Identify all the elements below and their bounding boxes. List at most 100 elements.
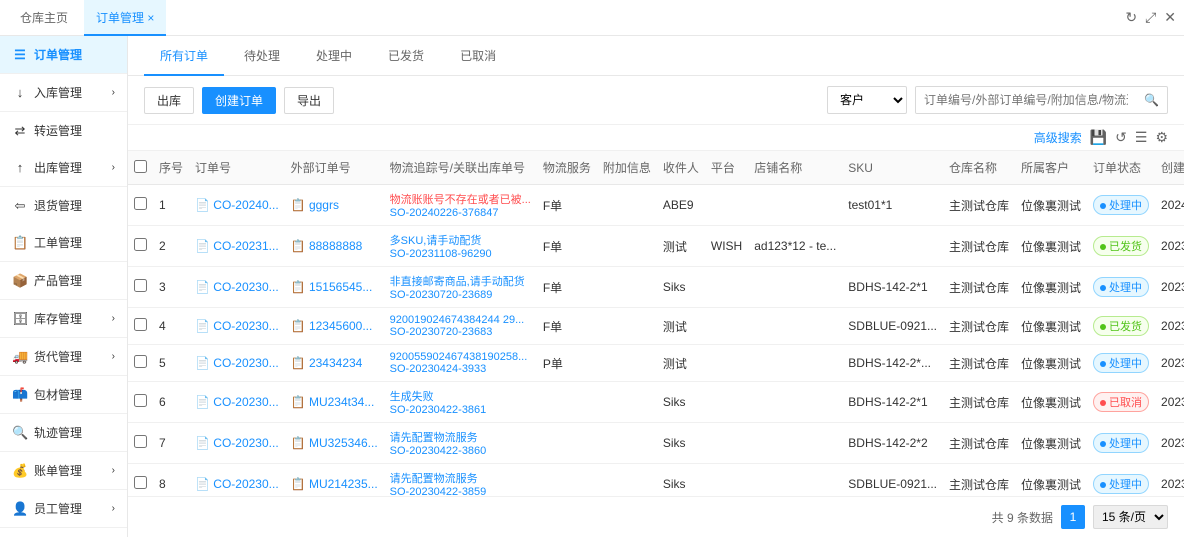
more-icon[interactable]: ✕ xyxy=(1164,9,1176,26)
create-order-button[interactable]: 创建订单 xyxy=(202,87,276,114)
tabs-bar: 所有订单 待处理 处理中 已发货 已取消 xyxy=(128,36,1184,76)
cell-order-no: 📄 CO-20240... xyxy=(189,185,285,226)
reset-search-icon[interactable]: ↺ xyxy=(1115,129,1127,146)
tracking-main[interactable]: 请先配置物流服务 xyxy=(390,429,531,445)
outbound-icon: ↑ xyxy=(12,160,28,175)
sidebar-item-billing[interactable]: 💰 账单管理 › xyxy=(0,452,127,490)
ext-order-link[interactable]: 📋 MU234t34... xyxy=(291,395,375,409)
outbound-button[interactable]: 出库 xyxy=(144,87,194,114)
ext-order-link[interactable]: 📋 23434234 xyxy=(291,356,363,370)
tab-processing[interactable]: 处理中 xyxy=(300,36,368,76)
expand-icon[interactable]: ⤢ xyxy=(1145,9,1156,26)
tab-home[interactable]: 仓库主页 xyxy=(8,0,80,36)
search-icon[interactable]: 🔍 xyxy=(1136,93,1167,107)
sidebar-item-transfer[interactable]: ⇄ 转运管理 xyxy=(0,112,127,149)
tracking-main[interactable]: 生成失败 xyxy=(390,388,531,404)
sidebar-item-work-order[interactable]: 📋 工单管理 xyxy=(0,224,127,262)
sidebar-item-returns[interactable]: ⇦ 退货管理 xyxy=(0,187,127,224)
page-size-select[interactable]: 15 条/页 xyxy=(1093,505,1168,529)
tracking-sub[interactable]: SO-20240226-376847 xyxy=(390,207,531,219)
order-no-link[interactable]: 📄 CO-20230... xyxy=(195,356,279,370)
tracking-main[interactable]: 920019024674384244 29... xyxy=(390,314,531,326)
order-no-link[interactable]: 📄 CO-20230... xyxy=(195,436,279,450)
page-1-btn[interactable]: 1 xyxy=(1061,505,1085,529)
row-checkbox[interactable] xyxy=(134,318,147,331)
col-extra: 附加信息 xyxy=(597,151,657,185)
cell-sku: SDBLUE-0921... xyxy=(842,308,943,345)
sidebar-item-inbound[interactable]: ↓ 入库管理 › xyxy=(0,74,127,112)
sidebar-item-packaging[interactable]: 📫 包材管理 xyxy=(0,376,127,414)
ext-order-link[interactable]: 📋 12345600... xyxy=(291,319,373,333)
col-receiver: 收件人 xyxy=(657,151,705,185)
tracking-main[interactable]: 920055902467438190258... xyxy=(390,351,531,363)
tracking-sub[interactable]: SO-20230424-3933 xyxy=(390,363,531,375)
table-row: 5 📄 CO-20230... 📋 23434234 9200559024674… xyxy=(128,345,1184,382)
cell-order-no: 📄 CO-20230... xyxy=(189,267,285,308)
order-no-link[interactable]: 📄 CO-20230... xyxy=(195,280,279,294)
tracking-main[interactable]: 多SKU,请手动配货 xyxy=(390,232,531,248)
sidebar-item-logistics[interactable]: 🔍 轨迹管理 xyxy=(0,414,127,452)
cell-service xyxy=(537,423,597,464)
chevron-down-icon-4: › xyxy=(112,351,115,362)
sidebar-item-staff[interactable]: 👤 员工管理 › xyxy=(0,490,127,528)
row-checkbox[interactable] xyxy=(134,238,147,251)
table-settings-icon[interactable]: ⚙ xyxy=(1155,129,1168,146)
row-checkbox[interactable] xyxy=(134,355,147,368)
tracking-main[interactable]: 请先配置物流服务 xyxy=(390,470,531,486)
order-no-link[interactable]: 📄 CO-20231... xyxy=(195,239,279,253)
tracking-main[interactable]: 非直接邮寄商品,请手动配货 xyxy=(390,273,531,289)
search-input[interactable] xyxy=(916,87,1136,113)
ext-order-link[interactable]: 📋 MU214235... xyxy=(291,477,378,491)
row-checkbox[interactable] xyxy=(134,394,147,407)
tracking-sub[interactable]: SO-20231108-96290 xyxy=(390,248,531,260)
sidebar-item-order-mgmt[interactable]: ☰ 订单管理 xyxy=(0,36,127,74)
select-all-checkbox[interactable] xyxy=(134,160,147,173)
row-checkbox[interactable] xyxy=(134,197,147,210)
ext-order-link[interactable]: 📋 gggrs xyxy=(291,198,339,212)
tab-shipped[interactable]: 已发货 xyxy=(372,36,440,76)
tab-cancelled[interactable]: 已取消 xyxy=(444,36,512,76)
col-warehouse: 仓库名称 xyxy=(943,151,1015,185)
adv-search-label[interactable]: 高级搜索 xyxy=(1034,129,1082,146)
sidebar-item-outbound[interactable]: ↑ 出库管理 › xyxy=(0,149,127,187)
cell-customer: 位像裏测试 xyxy=(1015,423,1087,464)
tracking-sub[interactable]: SO-20230422-3860 xyxy=(390,445,531,457)
customer-select[interactable]: 客户 xyxy=(827,86,907,114)
refresh-icon[interactable]: ↻ xyxy=(1125,9,1137,26)
sidebar-item-product[interactable]: 📦 产品管理 xyxy=(0,262,127,300)
row-checkbox[interactable] xyxy=(134,279,147,292)
order-no-link[interactable]: 📄 CO-20230... xyxy=(195,319,279,333)
tab-order-mgmt[interactable]: 订单管理 × xyxy=(84,0,166,36)
row-checkbox[interactable] xyxy=(134,435,147,448)
order-no-link[interactable]: 📄 CO-20240... xyxy=(195,198,279,212)
tracking-sub[interactable]: SO-20230422-3859 xyxy=(390,486,531,496)
tracking-sub[interactable]: SO-20230720-23683 xyxy=(390,326,531,338)
status-dot xyxy=(1100,244,1106,250)
export-button[interactable]: 导出 xyxy=(284,87,334,114)
status-badge: 处理中 xyxy=(1093,353,1149,373)
save-search-icon[interactable]: 💾 xyxy=(1090,129,1107,146)
sidebar-item-inventory[interactable]: 🗄 库存管理 › xyxy=(0,300,127,338)
cell-status: 处理中 xyxy=(1087,423,1155,464)
tracking-sub[interactable]: SO-20230720-23689 xyxy=(390,289,531,301)
ext-order-link[interactable]: 📋 15156545... xyxy=(291,280,373,294)
cell-idx: 4 xyxy=(153,308,189,345)
tracking-sub[interactable]: SO-20230422-3861 xyxy=(390,404,531,416)
cell-warehouse: 主测试仓库 xyxy=(943,185,1015,226)
order-no-link[interactable]: 📄 CO-20230... xyxy=(195,395,279,409)
sidebar-item-customer[interactable]: 👥 客户中心 xyxy=(0,528,127,537)
freight-icon: 🚚 xyxy=(12,349,28,365)
order-no-link[interactable]: 📄 CO-20230... xyxy=(195,477,279,491)
columns-icon[interactable]: ☰ xyxy=(1135,129,1148,146)
status-dot xyxy=(1100,324,1106,330)
tab-all-orders[interactable]: 所有订单 xyxy=(144,36,224,76)
ext-order-link[interactable]: 📋 MU325346... xyxy=(291,436,378,450)
tab-pending[interactable]: 待处理 xyxy=(228,36,296,76)
sidebar-label-order-mgmt: 订单管理 xyxy=(34,46,82,63)
row-checkbox[interactable] xyxy=(134,476,147,489)
ext-order-link[interactable]: 📋 88888888 xyxy=(291,239,363,253)
cell-created: 2023-04-24 1... xyxy=(1155,345,1184,382)
sidebar-item-freight[interactable]: 🚚 货代管理 › xyxy=(0,338,127,376)
cell-customer: 位像裏测试 xyxy=(1015,185,1087,226)
cell-service: F单 xyxy=(537,267,597,308)
